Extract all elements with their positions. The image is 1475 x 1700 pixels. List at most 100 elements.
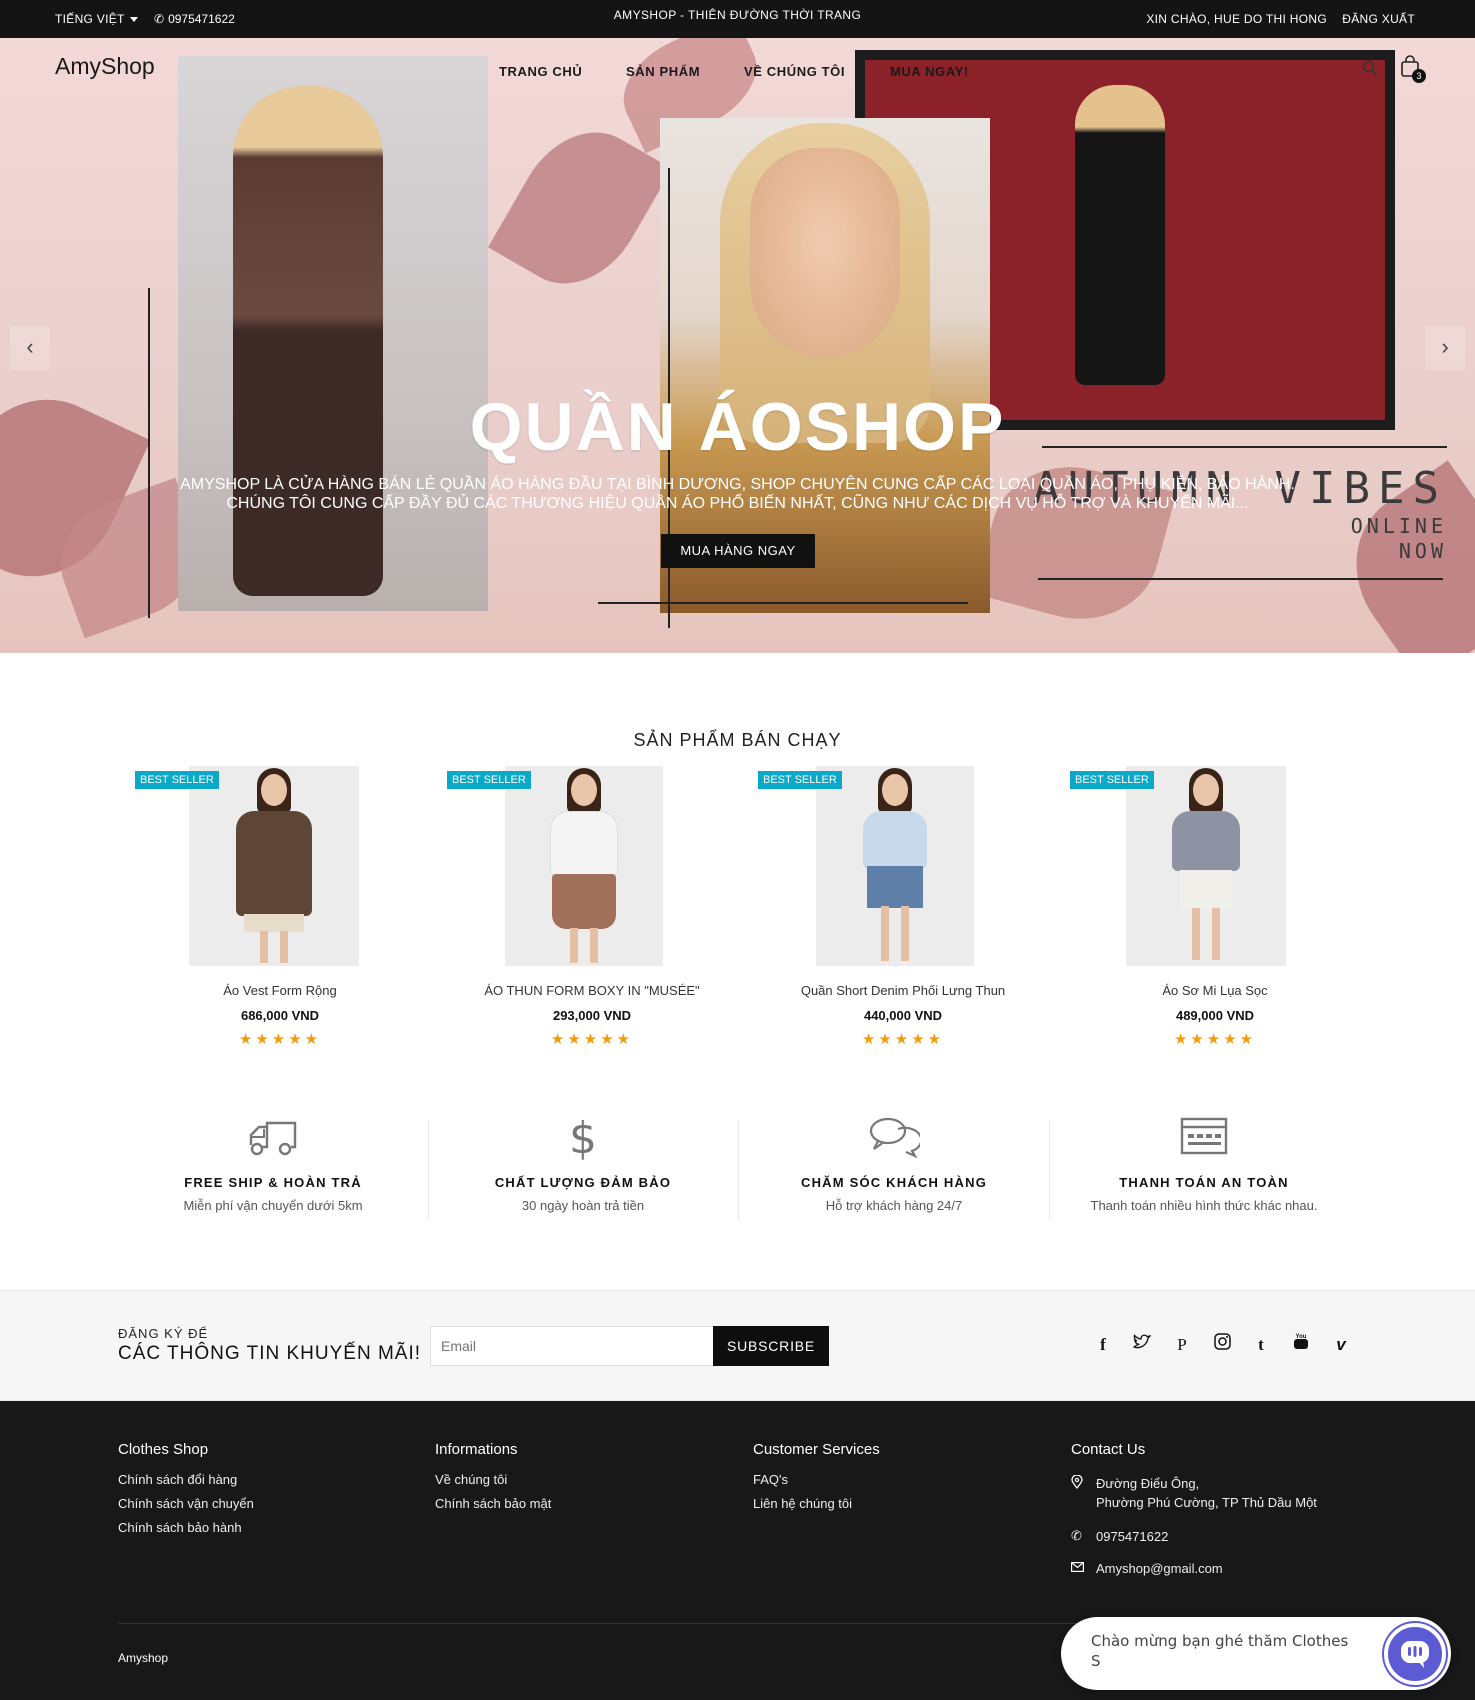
facebook-icon[interactable]: f xyxy=(1091,1333,1115,1357)
site-logo[interactable]: AmyShop xyxy=(55,53,155,80)
product-name[interactable]: ÁO THUN FORM BOXY IN "MUSÉE" xyxy=(447,983,737,998)
product-name[interactable]: Áo Sơ Mi Lụa Sọc xyxy=(1070,983,1360,998)
footer-link[interactable]: Chính sách bảo hành xyxy=(118,1520,254,1535)
nav-buy-now[interactable]: MUA NGAY! xyxy=(890,64,969,79)
nav-home[interactable]: TRANG CHỦ xyxy=(499,64,582,79)
model-figure xyxy=(1075,85,1165,385)
nav-products[interactable]: SẢN PHẨM xyxy=(626,64,700,79)
slider-prev-button[interactable]: ‹ xyxy=(10,326,50,370)
hero-photo-model-1 xyxy=(178,56,488,611)
truck-icon xyxy=(123,1115,423,1167)
model-head xyxy=(571,774,597,806)
product-price: 686,000 VND xyxy=(240,1008,320,1023)
svg-text:You: You xyxy=(1296,1334,1307,1340)
footer-col-services: Customer Services FAQ's Liên hệ chúng tô… xyxy=(753,1441,880,1520)
newsletter-line2: CÁC THÔNG TIN KHUYẾN MÃI! xyxy=(118,1343,421,1364)
hero-description: AMYSHOP LÀ CỬA HÀNG BÁN LẺ QUẦN ÁO HÀNG … xyxy=(180,476,1295,512)
youtube-icon[interactable]: You xyxy=(1289,1333,1313,1357)
chevron-left-icon: ‹ xyxy=(26,334,34,359)
footer-col-info: Informations Về chúng tôi Chính sách bảo… xyxy=(435,1441,551,1520)
product-image[interactable] xyxy=(816,766,974,966)
hero-title: QUẦN ÁOSHOP xyxy=(469,389,1006,465)
footer-col-shop: Clothes Shop Chính sách đổi hàng Chính s… xyxy=(118,1441,254,1544)
address-line: Đường Điểu Ông, xyxy=(1096,1476,1200,1491)
product-image[interactable] xyxy=(189,766,359,966)
twitter-icon[interactable] xyxy=(1130,1333,1154,1357)
star-rating-icon: ★★★★★ xyxy=(861,1031,945,1048)
model-leg xyxy=(280,931,288,963)
feature-divider xyxy=(1049,1120,1050,1220)
feature-desc: 30 ngày hoàn trả tiền xyxy=(521,1198,645,1213)
product-price: 293,000 VND xyxy=(552,1008,632,1023)
product-card[interactable]: BEST SELLER Áo Vest Form Rộng 686,000 VN… xyxy=(135,766,425,1056)
model-bottom xyxy=(244,914,304,932)
model-head xyxy=(882,774,908,806)
model-bottom xyxy=(867,866,923,908)
chat-welcome-message: Chào mừng bạn ghé thăm Clothes S xyxy=(1091,1632,1349,1670)
model-top xyxy=(236,811,312,916)
search-icon[interactable] xyxy=(1362,60,1378,76)
model-bottom xyxy=(1180,870,1232,910)
tumblr-icon[interactable]: t xyxy=(1249,1333,1273,1357)
chat-icon xyxy=(1401,1641,1429,1668)
top-bar: TIẾNG VIỆT ✆ 0975471622 AMYSHOP - THIÊN Đ… xyxy=(0,0,1475,38)
model-leg xyxy=(881,906,889,961)
product-card[interactable]: BEST SELLER ÁO THUN FORM BOXY IN "MUSÉE"… xyxy=(447,766,737,1056)
model-leg xyxy=(260,931,268,963)
footer-link[interactable]: FAQ's xyxy=(753,1472,880,1487)
instagram-icon[interactable] xyxy=(1210,1333,1234,1357)
chat-button[interactable] xyxy=(1384,1623,1446,1685)
contact-email-address[interactable]: Amyshop@gmail.com xyxy=(1096,1559,1356,1578)
phone-icon: ✆ xyxy=(1071,1528,1082,1543)
feature-payment: THANH TOÁN AN TOÀN Thanh toán nhiều hình… xyxy=(1054,1115,1354,1225)
footer-link[interactable]: Liên hệ chúng tôi xyxy=(753,1496,880,1511)
address-line: Phường Phú Cường, TP Thủ Dầu Một xyxy=(1096,1495,1317,1510)
footer-link[interactable]: Về chúng tôi xyxy=(435,1472,551,1487)
feature-title: FREE SHIP & HOÀN TRẢ xyxy=(184,1175,362,1190)
feature-title: CHĂM SÓC KHÁCH HÀNG xyxy=(800,1175,988,1190)
feature-support: CHĂM SÓC KHÁCH HÀNG Hỗ trợ khách hàng 24… xyxy=(744,1115,1044,1225)
slider-next-button[interactable]: › xyxy=(1425,326,1465,370)
contact-phone-number[interactable]: 0975471622 xyxy=(1096,1527,1356,1546)
footer-heading: Clothes Shop xyxy=(118,1441,209,1458)
banner-sub: NOW xyxy=(1398,539,1447,563)
chat-widget[interactable]: Chào mừng bạn ghé thăm Clothes S xyxy=(1061,1617,1451,1690)
envelope-icon xyxy=(1071,1560,1085,1575)
pinterest-icon[interactable]: P xyxy=(1170,1333,1194,1357)
shop-now-button[interactable]: MUA HÀNG NGAY xyxy=(661,534,815,568)
star-rating-icon: ★★★★★ xyxy=(1173,1031,1257,1048)
vimeo-icon[interactable]: v xyxy=(1329,1333,1353,1357)
subscribe-button[interactable]: SUBSCRIBE xyxy=(713,1326,829,1366)
best-seller-badge: BEST SELLER xyxy=(135,771,219,789)
product-card[interactable]: BEST SELLER Áo Sơ Mi Lụa Sọc 489,000 VND… xyxy=(1070,766,1360,1056)
product-name[interactable]: Quần Short Denim Phối Lưng Thun xyxy=(758,983,1048,998)
footer-link[interactable]: Chính sách đổi hàng xyxy=(118,1472,254,1487)
model-leg xyxy=(1192,908,1200,960)
footer-heading: Informations xyxy=(435,1441,518,1458)
product-image[interactable] xyxy=(505,766,663,966)
best-seller-badge: BEST SELLER xyxy=(447,771,531,789)
bestseller-title: SẢN PHẨM BÁN CHẠY xyxy=(633,730,842,750)
email-input[interactable] xyxy=(430,1326,714,1366)
product-image[interactable] xyxy=(1126,766,1286,966)
star-rating-icon: ★★★★★ xyxy=(550,1031,634,1048)
hero-slider: AUTUMN VIBES ONLINE NOW QUẦN ÁOSHOP AMYS… xyxy=(0,38,1475,653)
chevron-right-icon: › xyxy=(1441,334,1449,359)
decor-line xyxy=(1038,578,1443,580)
feature-desc: Miễn phí vận chuyển dưới 5km xyxy=(183,1198,363,1213)
nav-about[interactable]: VỀ CHÚNG TÔI xyxy=(744,64,845,79)
best-seller-badge: BEST SELLER xyxy=(1070,771,1154,789)
newsletter-line1: ĐĂNG KÝ ĐỂ xyxy=(118,1326,209,1341)
feature-divider xyxy=(428,1120,429,1220)
footer-link[interactable]: Chính sách bảo mật xyxy=(435,1496,551,1511)
model-leg xyxy=(590,928,598,963)
product-card[interactable]: BEST SELLER Quần Short Denim Phối Lưng T… xyxy=(758,766,1048,1056)
product-price: 440,000 VND xyxy=(863,1008,943,1023)
logout-link[interactable]: ĐĂNG XUẤT xyxy=(1342,12,1415,26)
model-leg xyxy=(570,928,578,963)
feature-desc: Thanh toán nhiều hình thức khác nhau. xyxy=(1090,1198,1318,1213)
footer-link[interactable]: Chính sách vận chuyển xyxy=(118,1496,254,1511)
model-leg xyxy=(1212,908,1220,960)
chat-bubbles-icon xyxy=(744,1115,1044,1167)
product-name[interactable]: Áo Vest Form Rộng xyxy=(135,983,425,998)
